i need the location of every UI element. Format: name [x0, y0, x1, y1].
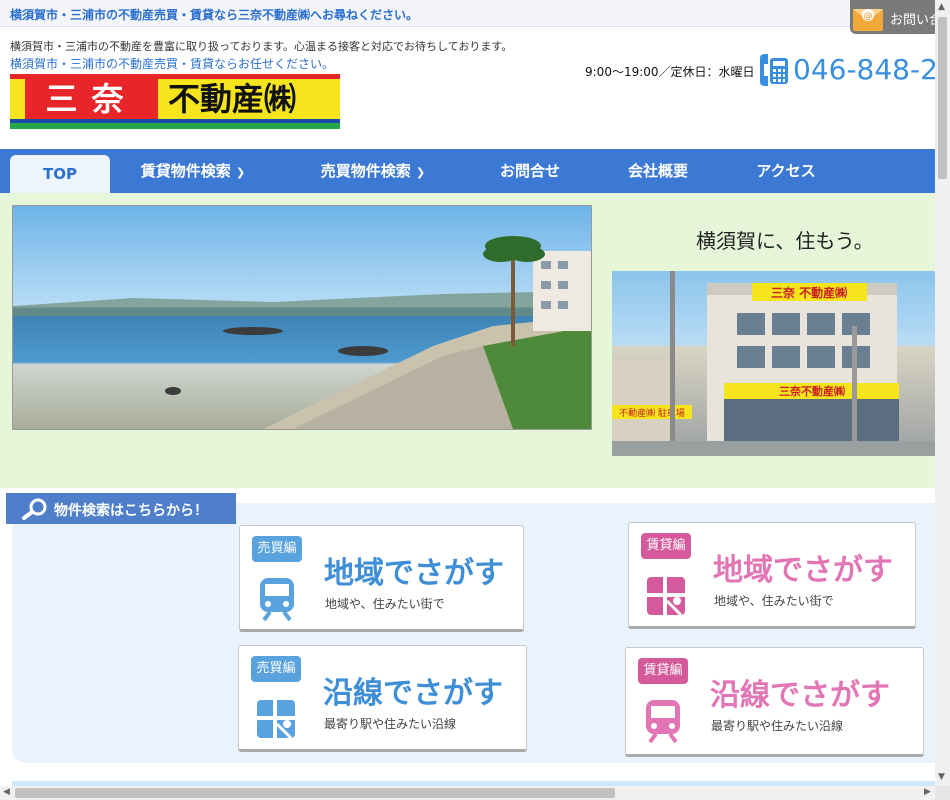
top-notice-text: 横須賀市・三浦市の不動産売買・賃貸なら三奈不動産㈱へお尋ねください。	[10, 8, 419, 22]
sale-area-search-button[interactable]: 売買編 地域でさがす 地域や、住みたい街で	[239, 525, 524, 632]
card-subtitle: 最寄り駅や住みたい沿線	[324, 717, 457, 731]
rent-area-search-button[interactable]: 賃貸編 地域でさがす 地域や、住みたい街で	[628, 522, 916, 629]
office-photo: 三奈 不動産㈱ 三奈不動産㈱ 不動産㈱ 駐車場	[612, 271, 935, 456]
main-nav: TOP 賃貸物件検索 ❯ 売買物件検索 ❯ お問合せ 会社概要 アクセス	[0, 149, 935, 193]
card-subtitle: 地域や、住みたい街で	[325, 597, 445, 611]
map-icon	[647, 577, 685, 617]
scroll-left-arrow-icon[interactable]: ◀	[3, 787, 10, 797]
card-title: 沿線でさがす	[323, 676, 503, 711]
top-notice-bar: 横須賀市・三浦市の不動産売買・賃貸なら三奈不動産㈱へお尋ねください。	[0, 0, 935, 27]
card-subtitle: 地域や、住みたい街で	[714, 594, 834, 608]
rent-line-search-button[interactable]: 賃貸編 沿線でさがす 最寄り駅や住みたい沿線	[625, 647, 924, 757]
nav-contact[interactable]: お問合せ	[480, 149, 580, 193]
horizontal-scroll-thumb[interactable]	[15, 788, 615, 798]
card-title: 沿線でさがす	[710, 678, 890, 713]
scroll-up-arrow-icon[interactable]: ▲	[938, 2, 945, 12]
sale-badge: 売買編	[251, 656, 301, 682]
scroll-right-arrow-icon[interactable]: ▶	[924, 787, 931, 797]
map-icon	[257, 700, 295, 740]
magnifier-icon	[22, 498, 47, 520]
logo-text-mina: 三奈	[45, 80, 138, 118]
company-logo[interactable]: 三奈 不動産㈱	[10, 74, 340, 129]
horizontal-scrollbar[interactable]: ◀ ▶	[0, 786, 935, 800]
seaside-photo	[12, 205, 592, 430]
search-section-title: 物件検索はこちらから！	[54, 503, 208, 519]
svg-text:@: @	[864, 12, 873, 22]
hero-tagline: 横須賀に、住もう。	[696, 229, 874, 253]
header-lead-link[interactable]: 横須賀市・三浦市の不動産売買・賃貸ならお任せください。	[10, 55, 334, 72]
chevron-down-icon: ❯	[236, 166, 246, 179]
phone-icon	[760, 54, 788, 86]
rent-badge: 賃貸編	[641, 533, 691, 559]
parking-sign-text: 不動産㈱ 駐車場	[619, 407, 685, 419]
card-title: 地域でさがす	[713, 553, 893, 588]
vertical-scrollbar[interactable]: ▲ ▼	[935, 0, 950, 786]
nav-sale-search[interactable]: 売買物件検索 ❯	[308, 149, 438, 193]
train-icon	[260, 578, 294, 622]
store-banner-text: 三奈不動産㈱	[779, 384, 845, 398]
scroll-down-arrow-icon[interactable]: ▼	[938, 772, 945, 782]
nav-access[interactable]: アクセス	[736, 149, 836, 193]
chevron-down-icon: ❯	[416, 166, 426, 179]
mail-icon: @	[853, 9, 883, 31]
card-title: 地域でさがす	[324, 556, 504, 591]
vertical-scroll-thumb[interactable]	[938, 17, 947, 179]
sale-line-search-button[interactable]: 売買編 沿線でさがす 最寄り駅や住みたい沿線	[238, 645, 527, 752]
rent-badge: 賃貸編	[638, 658, 688, 684]
nav-top[interactable]: TOP	[10, 155, 110, 193]
search-section-header: 物件検索はこちらから！	[6, 493, 236, 524]
logo-text-fudosan: 不動産㈱	[168, 80, 297, 118]
business-hours: 9:00〜19:00／定休日：水曜日	[585, 65, 755, 79]
phone-number[interactable]: 046-848-23	[793, 53, 950, 86]
train-icon	[646, 700, 680, 744]
header-lead-text: 横須賀市・三浦市の不動産を豊富に取り扱っております。心温まる接客と対応でお待ちし…	[10, 40, 513, 53]
card-subtitle: 最寄り駅や住みたい沿線	[711, 719, 844, 733]
store-sign-text: 三奈 不動産㈱	[771, 285, 847, 300]
nav-company[interactable]: 会社概要	[608, 149, 708, 193]
sale-badge: 売買編	[252, 536, 302, 562]
nav-rental-search[interactable]: 賃貸物件検索 ❯	[128, 149, 258, 193]
